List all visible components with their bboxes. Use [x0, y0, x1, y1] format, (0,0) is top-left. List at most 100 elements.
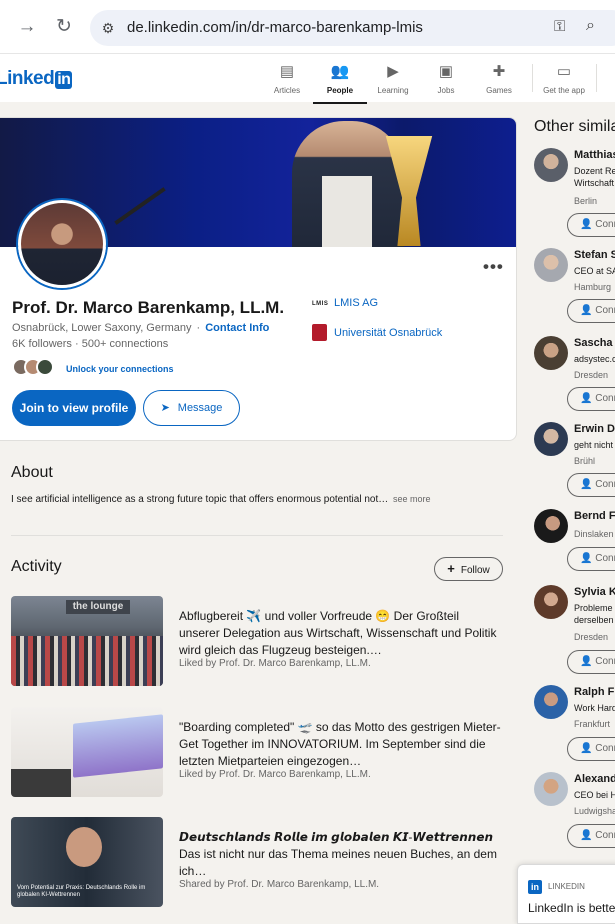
articles-icon: ▤ [279, 63, 295, 80]
activity-heading: Activity [11, 558, 62, 575]
avatar[interactable] [534, 422, 568, 456]
forward-icon[interactable]: → [14, 14, 40, 40]
person-location: Ludwigsha [574, 806, 615, 816]
person-headline: Probleme derselben [574, 603, 614, 625]
avatar[interactable] [534, 509, 568, 543]
linkedin-badge-icon: in [528, 880, 542, 894]
company-logo: LMIS [312, 301, 329, 307]
person-headline: geht nicht [574, 440, 614, 450]
avatar[interactable] [534, 585, 568, 619]
add-person-icon: 👤 [580, 479, 593, 490]
popup-message: LinkedIn is better [528, 901, 615, 915]
microphone [114, 187, 166, 225]
see-more-link[interactable]: see more [393, 494, 431, 504]
password-key-icon[interactable]: ⚿ [554, 18, 565, 35]
university-name[interactable]: Universität Osnabrück [334, 327, 442, 339]
similar-profile[interactable]: Erwin Di geht nicht Brühl 👤 Conn [534, 422, 615, 502]
site-settings-icon[interactable]: ⚙ [98, 18, 118, 38]
profile-avatar[interactable] [18, 200, 106, 288]
avatar[interactable] [534, 148, 568, 182]
linkedin-logo[interactable]: Linked in [0, 68, 73, 90]
person-name[interactable]: Sascha W [574, 337, 615, 349]
activity-post[interactable]: the lounge Abflugbereit ✈️ und voller Vo… [11, 596, 503, 686]
person-name[interactable]: Erwin Di [574, 423, 615, 435]
learning-icon: ▶ [387, 63, 399, 80]
people-icon: 👥 [330, 63, 350, 80]
post-text[interactable]: Abflugbereit ✈️ und voller Vorfreude 😁 D… [179, 608, 501, 659]
url-text[interactable]: de.linkedin.com/in/dr-marco-barenkamp-lm… [127, 19, 423, 36]
nav-learning[interactable]: ▶ Learning [363, 62, 423, 102]
browser-toolbar: → ↻ ⚙ de.linkedin.com/in/dr-marco-barenk… [0, 0, 615, 54]
similar-profile[interactable]: Stefan Se CEO at SA Hamburg 👤 Conn [534, 248, 615, 328]
post-thumbnail[interactable]: the lounge [11, 596, 163, 686]
person-location: Frankfurt [574, 719, 611, 729]
contact-info-link[interactable]: Contact Info [205, 322, 269, 334]
send-icon: ➤ [160, 402, 170, 414]
post-thumbnail[interactable]: Vom Potential zur Praxis: Deutschlands R… [11, 817, 163, 907]
nav-jobs[interactable]: ▣ Jobs [416, 62, 476, 102]
connect-button[interactable]: 👤 Conn [567, 473, 615, 497]
person-headline: Dozent Re Wirtschaft [574, 166, 615, 188]
similar-profile[interactable]: Sascha W adsystec.c Dresden 👤 Conn [534, 336, 615, 416]
post-thumbnail[interactable] [11, 707, 163, 797]
avatar[interactable] [534, 772, 568, 806]
avatar [36, 358, 54, 376]
avatar[interactable] [534, 336, 568, 370]
similar-profile[interactable]: Matthias Dozent Re Wirtschaft Berlin 👤 Co… [534, 148, 615, 237]
similar-profile[interactable]: Ralph Fu Work Hard Frankfurt 👤 Conn [534, 685, 615, 765]
post-text[interactable]: 𝘿𝙚𝙪𝙩𝙨𝙘𝙝𝙡𝙖𝙣𝙙𝙨 𝙍𝙤𝙡𝙡𝙚 𝙞𝙢 𝙜𝙡𝙤𝙗𝙖𝙡𝙚𝙣 𝙆𝙄-𝙒𝙚𝙩𝙩𝙧𝙚… [179, 829, 501, 880]
nav-games[interactable]: ✚ Games [469, 62, 529, 102]
connect-button[interactable]: 👤 Conn [567, 824, 615, 848]
person-name[interactable]: Ralph Fu [574, 686, 615, 698]
games-icon: ✚ [492, 63, 506, 80]
avatar[interactable] [534, 685, 568, 719]
person-name[interactable]: Alexande [574, 773, 615, 785]
person-name[interactable]: Bernd Fu [574, 510, 615, 522]
mutual-avatars [12, 358, 62, 378]
followers-count: 6K followers [12, 338, 72, 350]
address-bar[interactable]: ⚙ de.linkedin.com/in/dr-marco-barenkamp-… [90, 10, 615, 46]
connect-button[interactable]: 👤 Conn [567, 299, 615, 323]
divider [11, 535, 503, 536]
person-name[interactable]: Stefan Se [574, 249, 615, 261]
message-button[interactable]: ➤ Message [143, 390, 240, 426]
person-location: Dresden [574, 632, 609, 642]
person-name[interactable]: Sylvia Kr [574, 586, 615, 598]
thumbnail-screen [73, 714, 163, 778]
person-location: Brühl [574, 456, 596, 466]
nav-divider [532, 64, 533, 92]
zoom-icon[interactable]: ⌕ [586, 17, 595, 35]
person-name[interactable]: Matthias [574, 149, 615, 161]
connect-button[interactable]: 👤 Conn [567, 213, 615, 237]
nav-get-app[interactable]: ▭ Get the app [534, 62, 594, 102]
nav-articles[interactable]: ▤ Articles [257, 62, 317, 102]
company-name[interactable]: LMIS AG [334, 297, 378, 309]
follow-button[interactable]: + Follow [434, 557, 503, 581]
person-headline: Work Hard [574, 703, 615, 713]
profile-location: Osnabrück, Lower Saxony, Germany · Contact… [12, 322, 270, 334]
add-person-icon: 👤 [580, 219, 593, 230]
connect-button[interactable]: 👤 Conn [567, 547, 615, 571]
connect-button[interactable]: 👤 Conn [567, 737, 615, 761]
connect-button[interactable]: 👤 Conn [567, 387, 615, 411]
person-headline: CEO at SA [574, 266, 615, 276]
person-headline: CEO bei H [574, 790, 615, 800]
join-button[interactable]: Join to view profile [12, 390, 136, 426]
similar-profile[interactable]: Alexande CEO bei H Ludwigsha 👤 Conn [534, 772, 615, 852]
post-text[interactable]: "Boarding completed" 🛫 so das Motto des … [179, 719, 501, 770]
similar-profile[interactable]: Sylvia Kr Problemederselben Dresden 👤 Co… [534, 585, 615, 674]
reload-icon[interactable]: ↻ [51, 14, 77, 40]
similar-profile[interactable]: Bernd Fu Dinslaken 👤 Conn [534, 509, 615, 589]
nav-people[interactable]: 👥 People [310, 62, 370, 104]
nav-divider [596, 64, 597, 92]
more-options-icon[interactable]: ••• [483, 257, 504, 277]
unlock-connections-link[interactable]: Unlock your connections [66, 364, 174, 374]
avatar[interactable] [534, 248, 568, 282]
connect-button[interactable]: 👤 Conn [567, 650, 615, 674]
activity-post[interactable]: Vom Potential zur Praxis: Deutschlands R… [11, 817, 503, 907]
activity-post[interactable]: "Boarding completed" 🛫 so das Motto des … [11, 707, 503, 797]
plus-icon: + [447, 561, 455, 576]
add-person-icon: 👤 [580, 305, 593, 316]
app-promo-popup[interactable]: in LINKEDIN LinkedIn is better [517, 864, 615, 924]
profile-name: Prof. Dr. Marco Barenkamp, LL.M. [12, 298, 285, 317]
